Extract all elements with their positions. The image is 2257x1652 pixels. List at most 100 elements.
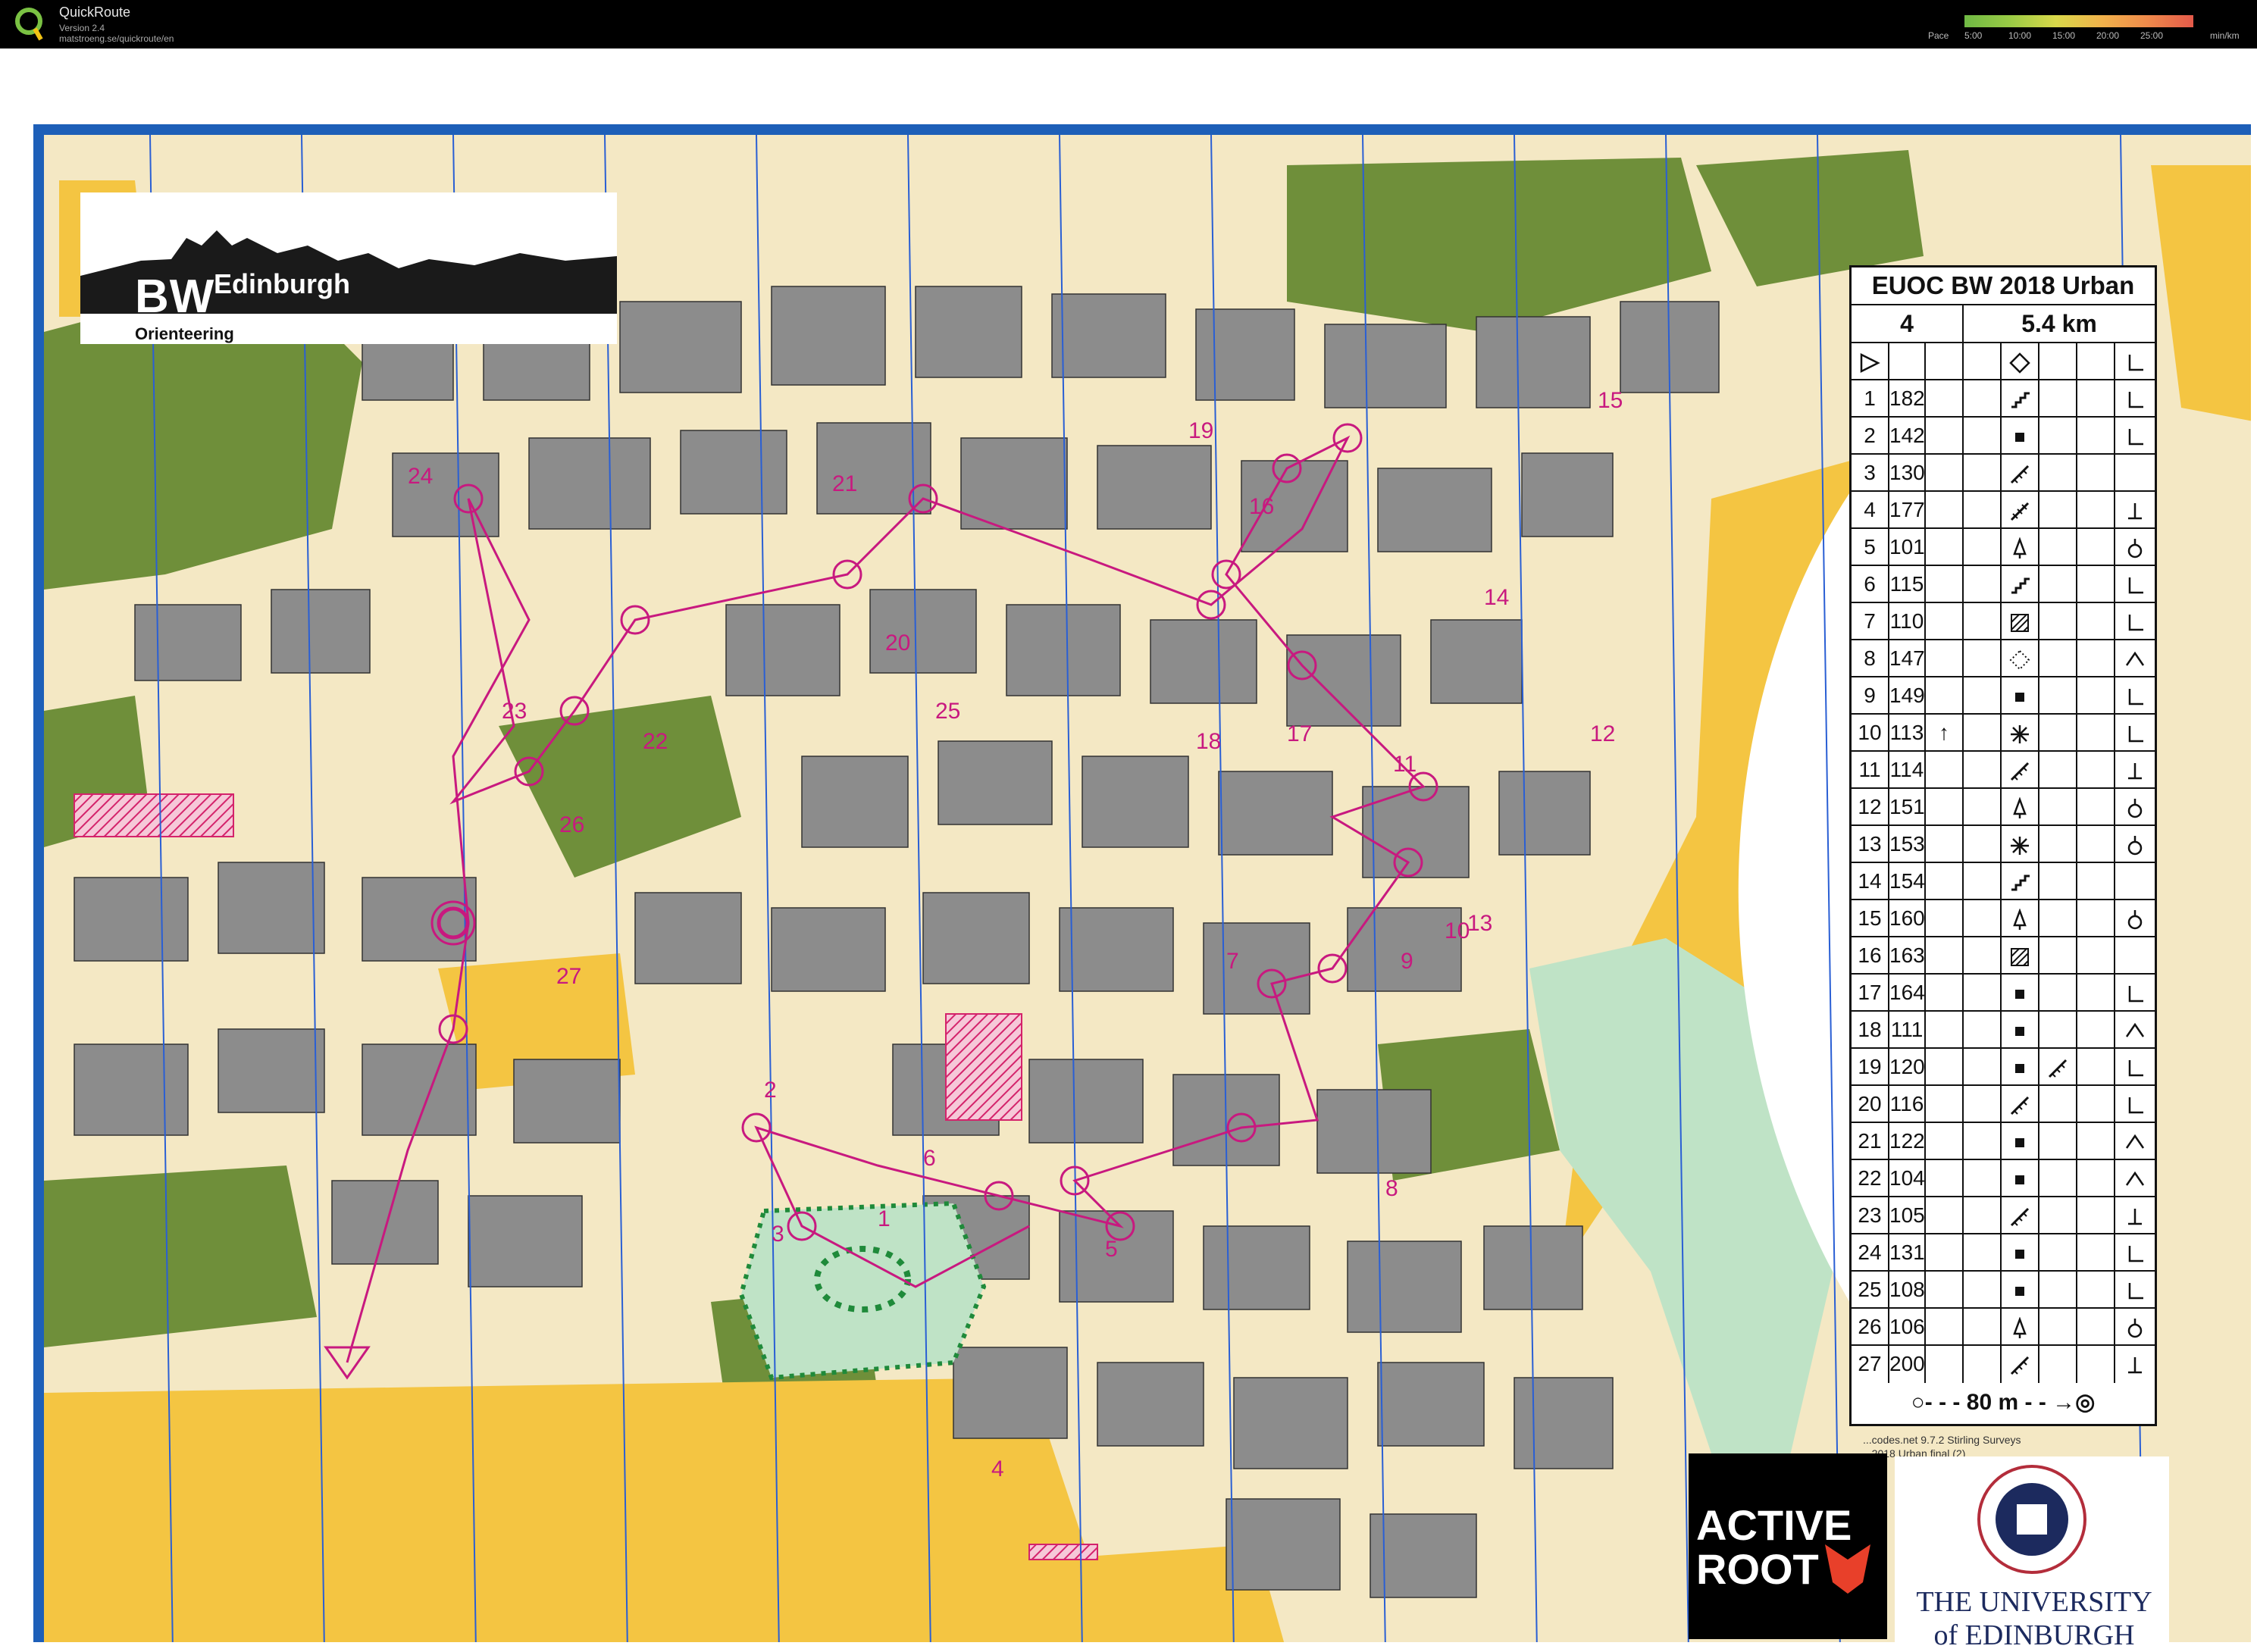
control-row: 27 200 bbox=[1852, 1346, 2155, 1383]
control-number: 7 bbox=[1226, 949, 1239, 974]
foot-icon bbox=[2115, 1197, 2155, 1233]
building-icon bbox=[2002, 1272, 2039, 1307]
control-number: 6 bbox=[923, 1146, 936, 1171]
control-code: 200 bbox=[1889, 1346, 1926, 1383]
pace-tick: 25:00 bbox=[2140, 30, 2164, 41]
building-icon bbox=[2002, 1123, 2039, 1159]
control-code: 115 bbox=[1889, 566, 1926, 602]
control-code: 120 bbox=[1889, 1049, 1926, 1084]
tree-icon bbox=[2002, 529, 2039, 565]
corner-icon bbox=[2115, 380, 2155, 416]
control-row: 11 114 bbox=[1852, 752, 2155, 789]
corner-icon bbox=[2115, 715, 2155, 750]
control-number: 2 bbox=[1852, 418, 1889, 453]
pace-unit: min/km bbox=[2210, 30, 2240, 41]
event-title: EUOC BW 2018 Urban bbox=[1852, 268, 2155, 305]
control-code: 163 bbox=[1889, 937, 1926, 973]
control-number: 13 bbox=[1467, 911, 1492, 936]
building-icon bbox=[2002, 677, 2039, 713]
control-number: 1 bbox=[1852, 380, 1889, 416]
app-name: QuickRoute bbox=[59, 5, 131, 20]
control-number: 15 bbox=[1852, 900, 1889, 936]
foot-icon bbox=[2115, 492, 2155, 527]
control-row: 10 113 ↑ bbox=[1852, 715, 2155, 752]
control-number: 2 bbox=[764, 1078, 777, 1103]
building-icon bbox=[2002, 1012, 2039, 1047]
control-row: 2 142 bbox=[1852, 418, 2155, 455]
hatched-area-icon bbox=[2002, 603, 2039, 639]
control-code: 142 bbox=[1889, 418, 1926, 453]
corner-icon bbox=[2115, 1234, 2155, 1270]
control-number: 23 bbox=[1852, 1197, 1889, 1233]
control-code: 164 bbox=[1889, 975, 1926, 1010]
hatched-area-icon bbox=[2002, 937, 2039, 973]
title-bar: QuickRoute Version 2.4 matstroeng.se/qui… bbox=[0, 0, 2257, 48]
control-code: 108 bbox=[1889, 1272, 1926, 1307]
control-row: 9 149 bbox=[1852, 677, 2155, 715]
control-code: 130 bbox=[1889, 455, 1926, 490]
control-number: 25 bbox=[935, 699, 960, 724]
foot-icon bbox=[2115, 1346, 2155, 1383]
control-number: 18 bbox=[1196, 729, 1221, 754]
control-number: 21 bbox=[1852, 1123, 1889, 1159]
corner-icon bbox=[2115, 975, 2155, 1010]
control-number: 24 bbox=[1852, 1234, 1889, 1270]
corner-icon bbox=[2115, 1049, 2155, 1084]
tree-icon bbox=[2002, 900, 2039, 936]
control-number: 23 bbox=[502, 699, 527, 724]
control-number: 10 bbox=[1852, 715, 1889, 750]
control-row: 5 101 bbox=[1852, 529, 2155, 566]
control-code: 111 bbox=[1889, 1012, 1926, 1047]
pace-tick: 15:00 bbox=[2052, 30, 2076, 41]
wall-icon bbox=[2002, 752, 2039, 787]
circle-foot-icon bbox=[2115, 900, 2155, 936]
control-row: 17 164 bbox=[1852, 975, 2155, 1012]
wall-icon bbox=[2002, 1346, 2039, 1383]
control-code: 153 bbox=[1889, 826, 1926, 862]
start-row bbox=[1852, 343, 2155, 380]
control-code: 154 bbox=[1889, 863, 1926, 899]
control-row: 16 163 bbox=[1852, 937, 2155, 975]
club-subtitle: Orienteering bbox=[135, 324, 234, 343]
club-city: Edinburgh bbox=[214, 268, 350, 299]
control-number: 21 bbox=[832, 471, 857, 496]
tree-icon bbox=[2002, 789, 2039, 824]
control-code: 160 bbox=[1889, 900, 1926, 936]
control-code: 110 bbox=[1889, 603, 1926, 639]
app-url[interactable]: matstroeng.se/quickroute/en bbox=[59, 33, 174, 44]
control-row: 19 120 bbox=[1852, 1049, 2155, 1086]
pace-color-scale bbox=[1964, 15, 2193, 27]
control-number: 15 bbox=[1598, 388, 1623, 413]
control-number: 27 bbox=[556, 964, 581, 989]
control-code: 114 bbox=[1889, 752, 1926, 787]
control-number: 20 bbox=[1852, 1086, 1889, 1122]
building-icon bbox=[2002, 1234, 2039, 1270]
building-icon bbox=[2002, 418, 2039, 453]
control-row: 8 147 bbox=[1852, 640, 2155, 677]
corner-icon bbox=[2115, 418, 2155, 453]
university-logo: THE UNIVERSITY of EDINBURGH bbox=[1895, 1456, 2169, 1651]
control-number: 16 bbox=[1249, 494, 1274, 519]
control-number: 8 bbox=[1852, 640, 1889, 676]
corner-icon bbox=[2115, 677, 2155, 713]
control-code: 131 bbox=[1889, 1234, 1926, 1270]
control-number: 4 bbox=[991, 1456, 1004, 1481]
control-number: 17 bbox=[1287, 721, 1312, 746]
control-code: 116 bbox=[1889, 1086, 1926, 1122]
control-row: 20 116 bbox=[1852, 1086, 2155, 1123]
circle-foot-icon bbox=[2115, 789, 2155, 824]
building-icon bbox=[2002, 1160, 2039, 1196]
control-number: 1 bbox=[878, 1206, 891, 1231]
control-row: 24 131 bbox=[1852, 1234, 2155, 1272]
pace-tick: 10:00 bbox=[2008, 30, 2032, 41]
circle-foot-icon bbox=[2115, 529, 2155, 565]
control-row: 15 160 bbox=[1852, 900, 2155, 937]
control-row: 18 111 bbox=[1852, 1012, 2155, 1049]
control-code: 122 bbox=[1889, 1123, 1926, 1159]
thicket-icon bbox=[2002, 715, 2039, 750]
control-row: 12 151 bbox=[1852, 789, 2155, 826]
finish-circle-icon: ○- - - bbox=[1911, 1390, 1967, 1415]
control-number: 5 bbox=[1852, 529, 1889, 565]
control-number: 17 bbox=[1852, 975, 1889, 1010]
control-code: 149 bbox=[1889, 677, 1926, 713]
